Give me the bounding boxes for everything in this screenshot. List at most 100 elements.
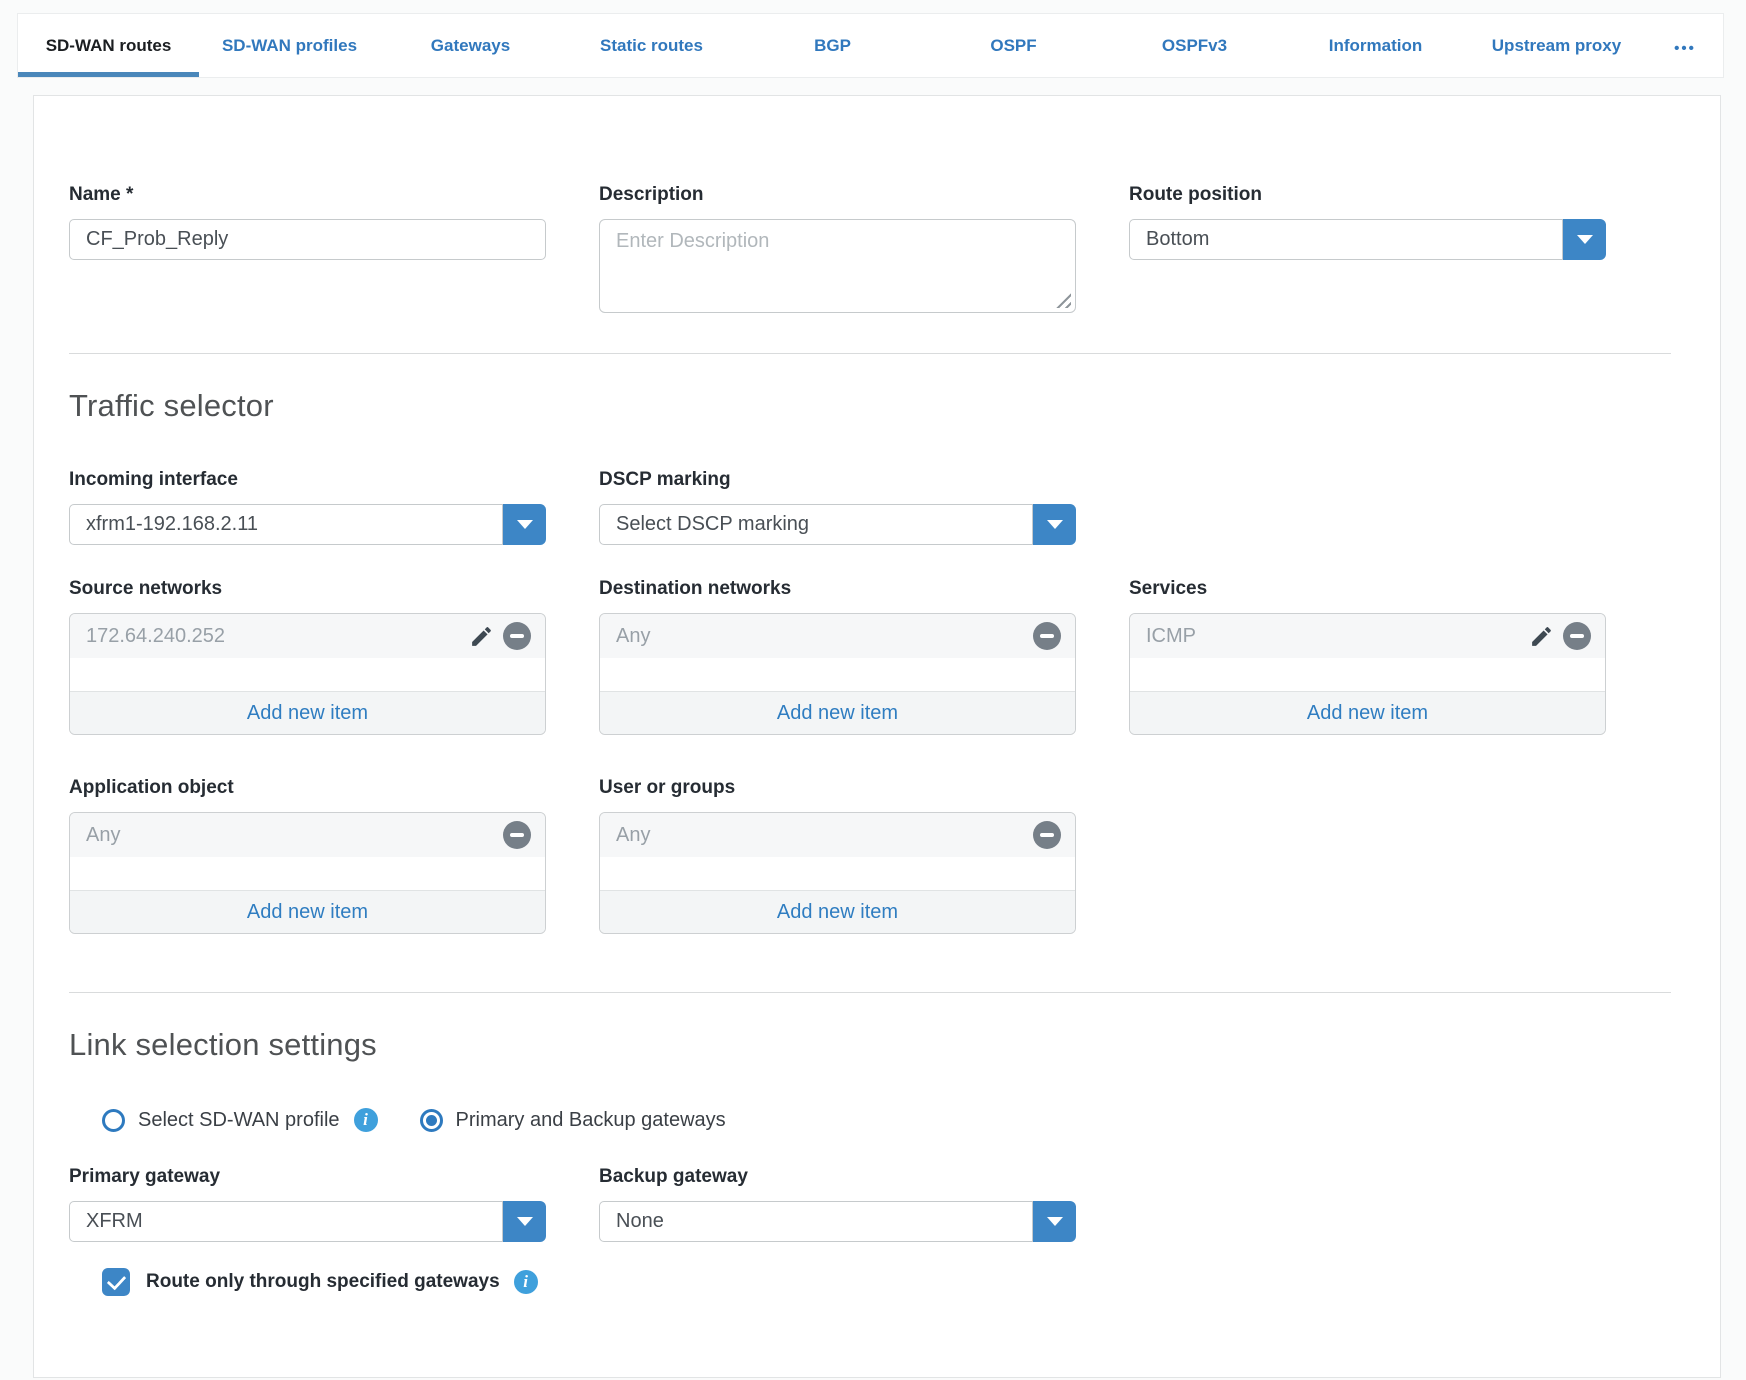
tab-bgp[interactable]: BGP [742,14,923,77]
destination-networks-group: Destination networks Any Add new item [599,578,1076,735]
tab-information[interactable]: Information [1285,14,1466,77]
backup-gateway-select[interactable]: None [599,1201,1076,1242]
tab-ospfv3[interactable]: OSPFv3 [1104,14,1285,77]
add-new-item-button[interactable]: Add new item [600,890,1075,933]
primary-gateway-field-group: Primary gateway XFRM [69,1166,546,1242]
backup-gateway-value[interactable]: None [599,1201,1033,1242]
services-group: Services ICMP Add new item [1129,578,1606,735]
backup-gateway-dropdown-button[interactable] [1033,1201,1076,1242]
services-label: Services [1129,578,1606,600]
route-position-label: Route position [1129,184,1606,206]
networks-row: Source networks 172.64.240.252 Add new i… [69,578,1720,735]
list-item: Any [600,614,1075,658]
incoming-interface-field-group: Incoming interface xfrm1-192.168.2.11 [69,469,546,545]
radio-primary-backup-gateways[interactable]: Primary and Backup gateways [420,1109,726,1132]
tab-sd-wan-routes[interactable]: SD-WAN routes [18,14,199,77]
add-new-item-button[interactable]: Add new item [600,691,1075,734]
link-selection-heading: Link selection settings [69,1027,1720,1063]
application-object-label: Application object [69,777,546,799]
dscp-marking-field-group: DSCP marking Select DSCP marking [599,469,1076,545]
primary-gateway-select[interactable]: XFRM [69,1201,546,1242]
remove-icon[interactable] [1033,821,1061,849]
route-position-dropdown-button[interactable] [1563,219,1606,260]
radio-label: Select SD-WAN profile [138,1109,340,1132]
backup-gateway-label: Backup gateway [599,1166,1076,1188]
sd-wan-routes-page: SD-WAN routes SD-WAN profiles Gateways S… [0,0,1746,1380]
radio-unselected-icon[interactable] [102,1109,125,1132]
chevron-down-icon [517,520,533,529]
add-new-item-button[interactable]: Add new item [1130,691,1605,734]
route-only-checkbox-label: Route only through specified gateways [146,1271,500,1293]
section-divider [69,353,1671,354]
list-item: 172.64.240.252 [70,614,545,658]
tab-sd-wan-profiles[interactable]: SD-WAN profiles [199,14,380,77]
route-position-field-group: Route position Bottom [1129,184,1606,313]
list-item-text: Any [616,625,650,648]
chevron-down-icon [1577,235,1593,244]
primary-gateway-dropdown-button[interactable] [503,1201,546,1242]
tab-static-routes[interactable]: Static routes [561,14,742,77]
user-or-groups-list: Any Add new item [599,812,1076,934]
route-position-select[interactable]: Bottom [1129,219,1606,260]
incoming-interface-label: Incoming interface [69,469,546,491]
edit-icon[interactable] [1529,624,1554,649]
list-empty-area [70,658,545,691]
remove-icon[interactable] [1563,622,1591,650]
remove-icon[interactable] [503,622,531,650]
list-item: ICMP [1130,614,1605,658]
app-user-row: Application object Any Add new item User… [69,777,1720,934]
dscp-marking-select[interactable]: Select DSCP marking [599,504,1076,545]
basic-fields-row: Name * Description Route position Bottom [69,184,1720,313]
incoming-interface-select[interactable]: xfrm1-192.168.2.11 [69,504,546,545]
tab-ospf[interactable]: OSPF [923,14,1104,77]
chevron-down-icon [517,1217,533,1226]
dscp-marking-label: DSCP marking [599,469,1076,491]
radio-selected-icon[interactable] [420,1109,443,1132]
destination-networks-label: Destination networks [599,578,1076,600]
services-list: ICMP Add new item [1129,613,1606,735]
route-only-row: Route only through specified gateways i [102,1268,1720,1296]
route-only-checkbox[interactable] [102,1268,130,1296]
user-or-groups-group: User or groups Any Add new item [599,777,1076,934]
radio-select-sd-wan-profile[interactable]: Select SD-WAN profile i [102,1108,378,1132]
tab-bar: SD-WAN routes SD-WAN profiles Gateways S… [17,13,1724,78]
section-divider [69,992,1671,993]
list-item-text: 172.64.240.252 [86,625,225,648]
edit-icon[interactable] [469,624,494,649]
source-networks-label: Source networks [69,578,546,600]
list-empty-area [600,857,1075,890]
dscp-marking-dropdown-button[interactable] [1033,504,1076,545]
list-item-text: Any [86,824,120,847]
radio-label: Primary and Backup gateways [456,1109,726,1132]
dscp-marking-value[interactable]: Select DSCP marking [599,504,1033,545]
description-textarea[interactable] [599,219,1076,313]
route-position-value[interactable]: Bottom [1129,219,1563,260]
info-icon[interactable]: i [354,1108,378,1132]
add-new-item-button[interactable]: Add new item [70,691,545,734]
incoming-interface-dropdown-button[interactable] [503,504,546,545]
link-selection-radio-group: Select SD-WAN profile i Primary and Back… [102,1108,1720,1132]
destination-networks-list: Any Add new item [599,613,1076,735]
chevron-down-icon [1047,1217,1063,1226]
route-form-card: Name * Description Route position Bottom [33,95,1721,1378]
name-input[interactable] [69,219,546,260]
remove-icon[interactable] [1033,622,1061,650]
remove-icon[interactable] [503,821,531,849]
tab-gateways[interactable]: Gateways [380,14,561,77]
backup-gateway-field-group: Backup gateway None [599,1166,1076,1242]
traffic-selector-heading: Traffic selector [69,388,1720,424]
description-field-group: Description [599,184,1076,313]
more-tabs-icon[interactable]: ••• [1647,14,1723,77]
application-object-list: Any Add new item [69,812,546,934]
incoming-interface-value[interactable]: xfrm1-192.168.2.11 [69,504,503,545]
list-item-text: Any [616,824,650,847]
list-item: Any [70,813,545,857]
list-item-text: ICMP [1146,625,1196,648]
add-new-item-button[interactable]: Add new item [70,890,545,933]
tab-upstream-proxy[interactable]: Upstream proxy [1466,14,1647,77]
info-icon[interactable]: i [514,1270,538,1294]
list-item: Any [600,813,1075,857]
list-empty-area [600,658,1075,691]
user-or-groups-label: User or groups [599,777,1076,799]
primary-gateway-value[interactable]: XFRM [69,1201,503,1242]
